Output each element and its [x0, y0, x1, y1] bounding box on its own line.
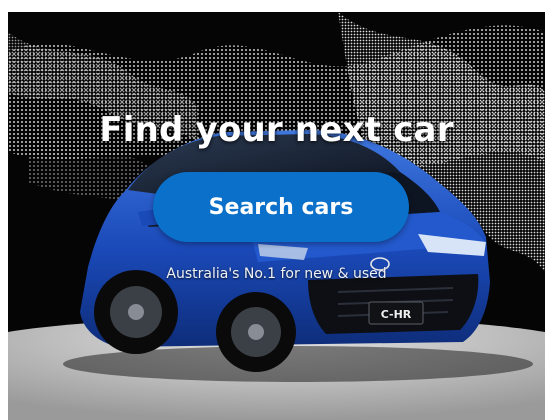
page: C-HR Find your next car Search cars Aust…	[0, 0, 555, 420]
hero-tagline: Australia's No.1 for new & used	[166, 266, 387, 282]
search-cars-button[interactable]: Search cars	[153, 172, 409, 242]
car-plate-badge: C-HR	[381, 308, 412, 321]
hero-banner: C-HR Find your next car Search cars Aust…	[8, 12, 545, 420]
hero-title: Find your next car	[99, 110, 454, 150]
